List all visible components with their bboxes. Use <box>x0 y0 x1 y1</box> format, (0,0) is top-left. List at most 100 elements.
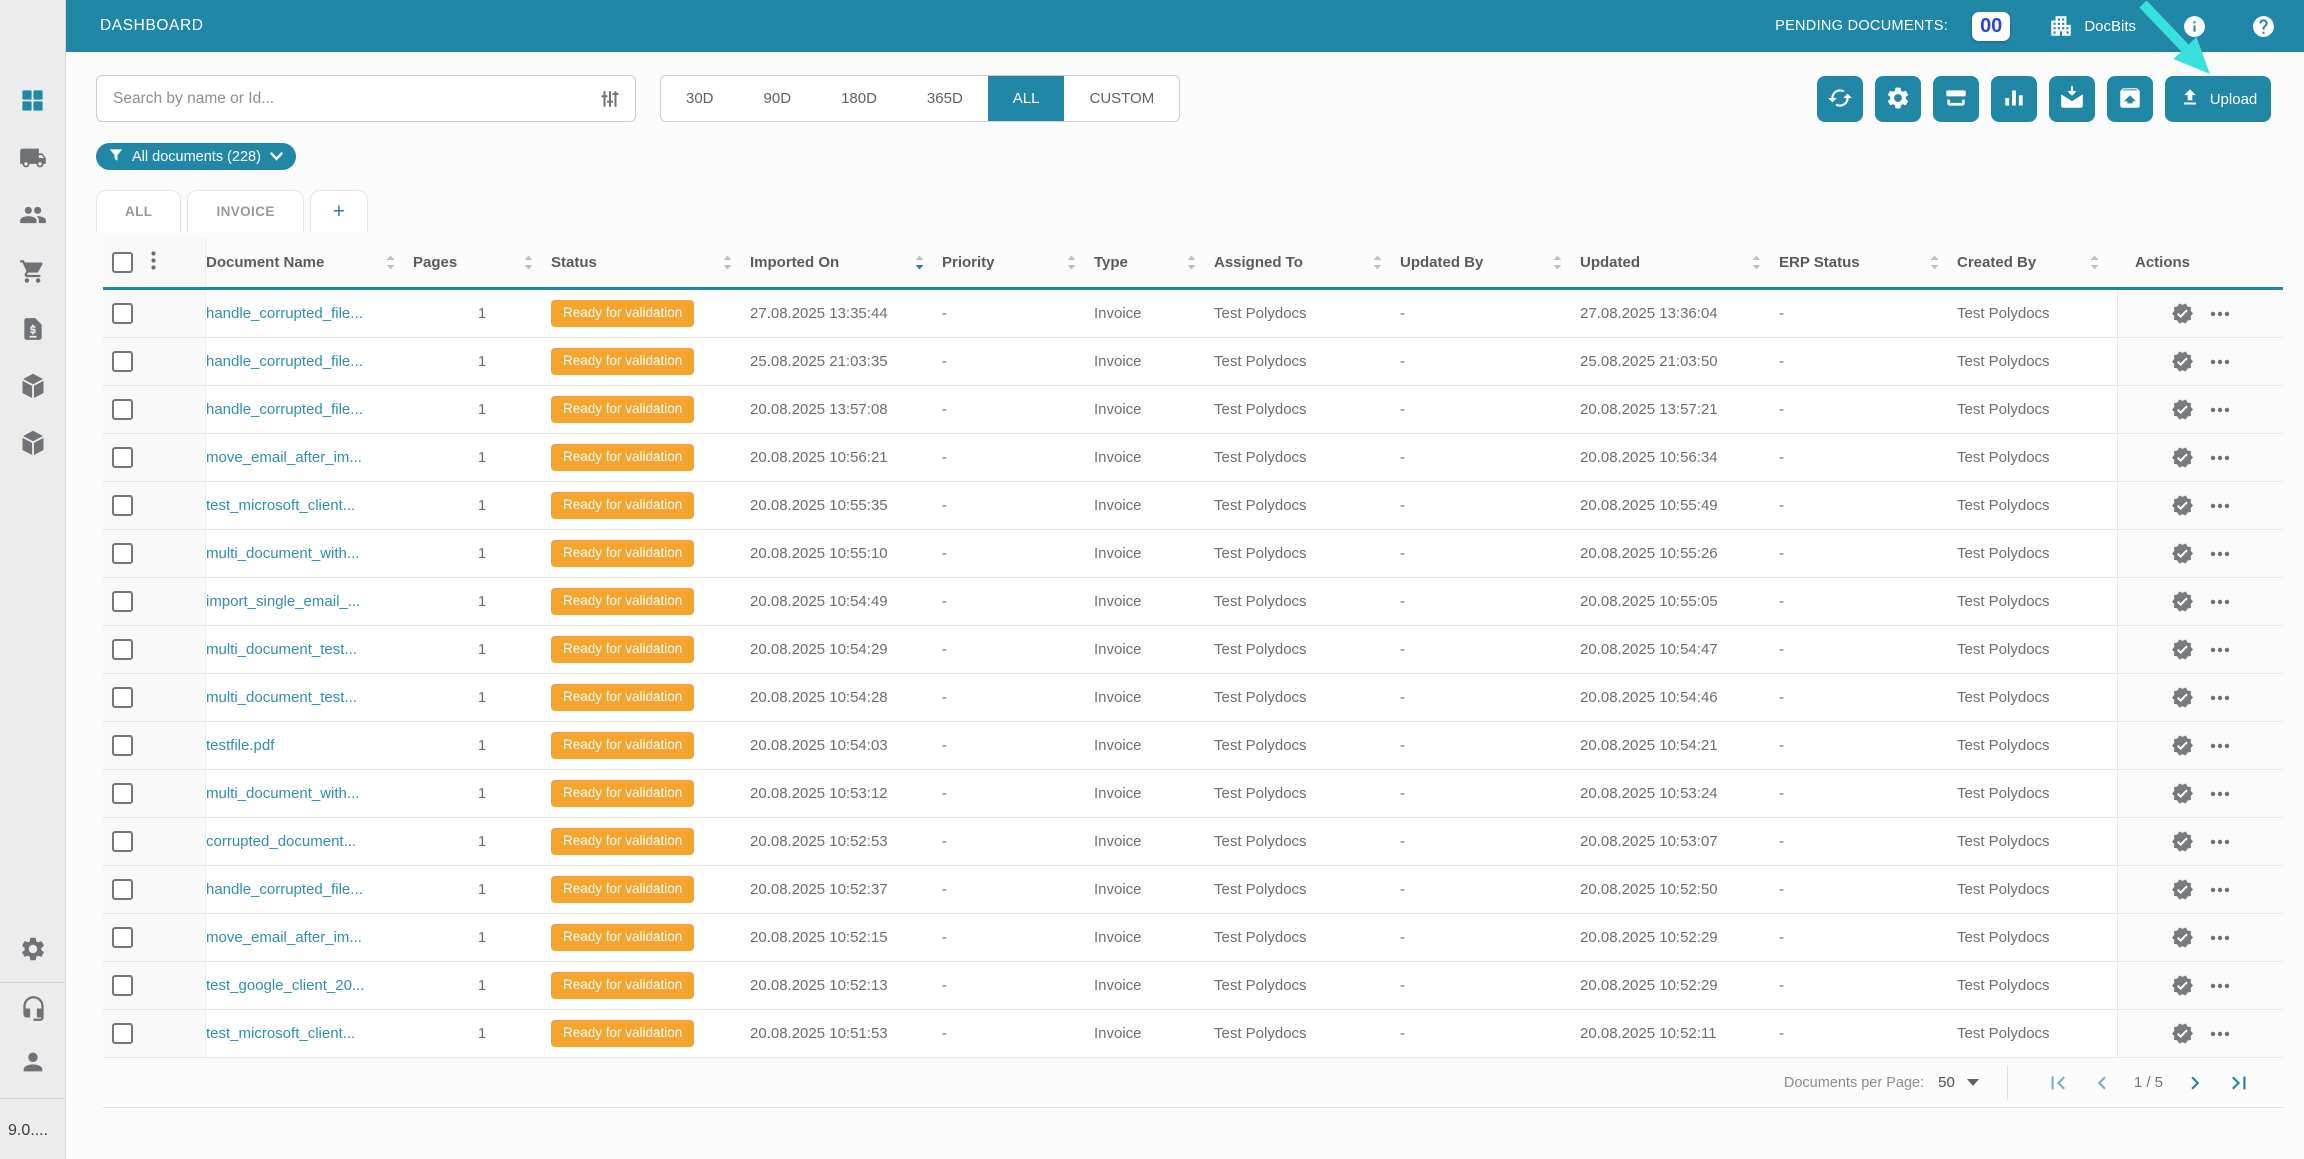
column-header-imported_on[interactable]: Imported On <box>750 238 942 287</box>
validated-badge-icon[interactable] <box>2171 350 2194 373</box>
row-checkbox[interactable] <box>112 831 133 852</box>
column-header-updated_by[interactable]: Updated By <box>1400 238 1580 287</box>
document-name-link[interactable]: multi_document_with... <box>206 545 359 562</box>
document-name-link[interactable]: import_single_email_... <box>206 593 360 610</box>
column-header-document_name[interactable]: Document Name <box>206 238 413 287</box>
prev-page-button[interactable] <box>2089 1070 2115 1096</box>
validated-badge-icon[interactable] <box>2171 638 2194 661</box>
validated-badge-icon[interactable] <box>2171 590 2194 613</box>
document-name-link[interactable]: handle_corrupted_file... <box>206 353 363 370</box>
validated-badge-icon[interactable] <box>2171 734 2194 757</box>
document-name-link[interactable]: test_google_client_20... <box>206 977 364 994</box>
validated-badge-icon[interactable] <box>2171 398 2194 421</box>
more-actions-icon[interactable] <box>2210 647 2230 653</box>
row-checkbox[interactable] <box>112 927 133 948</box>
search-input[interactable] <box>97 76 635 121</box>
date-range-180d[interactable]: 180D <box>816 76 902 121</box>
row-checkbox[interactable] <box>112 783 133 804</box>
refresh-button[interactable] <box>1817 76 1863 122</box>
sidebar-item-dashboard[interactable] <box>18 88 48 118</box>
sidebar-item-shipping[interactable] <box>18 145 48 175</box>
more-actions-icon[interactable] <box>2210 311 2230 317</box>
select-all-checkbox[interactable] <box>112 252 133 273</box>
date-range-custom[interactable]: CUSTOM <box>1064 76 1179 121</box>
row-checkbox[interactable] <box>112 351 133 372</box>
row-checkbox[interactable] <box>112 543 133 564</box>
validated-badge-icon[interactable] <box>2171 830 2194 853</box>
validated-badge-icon[interactable] <box>2171 686 2194 709</box>
sidebar-item-contacts[interactable] <box>18 202 48 232</box>
document-name-link[interactable]: test_microsoft_client... <box>206 1025 355 1042</box>
last-page-button[interactable] <box>2226 1070 2252 1096</box>
document-name-link[interactable]: multi_document_test... <box>206 641 357 658</box>
first-page-button[interactable] <box>2045 1070 2071 1096</box>
validated-badge-icon[interactable] <box>2171 302 2194 325</box>
document-name-link[interactable]: multi_document_with... <box>206 785 359 802</box>
document-name-link[interactable]: testfile.pdf <box>206 737 274 754</box>
filter-tune-icon[interactable] <box>599 88 621 115</box>
per-page-dropdown-icon[interactable] <box>1966 1079 1979 1086</box>
row-checkbox[interactable] <box>112 687 133 708</box>
sidebar-item-invoices[interactable] <box>18 316 48 346</box>
column-header-assigned_to[interactable]: Assigned To <box>1214 238 1400 287</box>
more-actions-icon[interactable] <box>2210 407 2230 413</box>
mail-import-button[interactable] <box>2049 76 2095 122</box>
row-checkbox[interactable] <box>112 879 133 900</box>
add-tab-button[interactable]: + <box>309 190 369 232</box>
validated-badge-icon[interactable] <box>2171 926 2194 949</box>
column-header-pages[interactable]: Pages <box>413 238 551 287</box>
date-range-30d[interactable]: 30D <box>661 76 739 121</box>
document-name-link[interactable]: move_email_after_im... <box>206 929 362 946</box>
date-range-all[interactable]: ALL <box>987 76 1065 121</box>
statistics-button[interactable] <box>1991 76 2037 122</box>
more-actions-icon[interactable] <box>2210 599 2230 605</box>
sidebar-item-support[interactable] <box>18 996 48 1026</box>
more-actions-icon[interactable] <box>2210 551 2230 557</box>
column-header-updated[interactable]: Updated <box>1580 238 1779 287</box>
upload-button[interactable]: Upload <box>2165 76 2271 122</box>
scanner-button[interactable] <box>1933 76 1979 122</box>
column-menu-kebab-icon[interactable] <box>151 251 156 274</box>
document-name-link[interactable]: move_email_after_im... <box>206 449 362 466</box>
sidebar-item-settings[interactable] <box>18 936 48 966</box>
row-checkbox[interactable] <box>112 591 133 612</box>
next-page-button[interactable] <box>2182 1070 2208 1096</box>
validated-badge-icon[interactable] <box>2171 878 2194 901</box>
more-actions-icon[interactable] <box>2210 359 2230 365</box>
document-name-link[interactable]: handle_corrupted_file... <box>206 401 363 418</box>
more-actions-icon[interactable] <box>2210 935 2230 941</box>
tab-all[interactable]: ALL <box>96 190 182 232</box>
validated-badge-icon[interactable] <box>2171 542 2194 565</box>
export-button[interactable] <box>2107 76 2153 122</box>
column-header-priority[interactable]: Priority <box>942 238 1094 287</box>
row-checkbox[interactable] <box>112 495 133 516</box>
more-actions-icon[interactable] <box>2210 503 2230 509</box>
row-checkbox[interactable] <box>112 1023 133 1044</box>
company-icon[interactable] <box>2048 13 2074 39</box>
settings-button[interactable] <box>1875 76 1921 122</box>
more-actions-icon[interactable] <box>2210 1031 2230 1037</box>
row-checkbox[interactable] <box>112 399 133 420</box>
row-checkbox[interactable] <box>112 639 133 660</box>
row-checkbox[interactable] <box>112 303 133 324</box>
more-actions-icon[interactable] <box>2210 743 2230 749</box>
row-checkbox[interactable] <box>112 975 133 996</box>
document-name-link[interactable]: handle_corrupted_file... <box>206 305 363 322</box>
validated-badge-icon[interactable] <box>2171 446 2194 469</box>
sidebar-item-packages[interactable] <box>18 373 48 403</box>
validated-badge-icon[interactable] <box>2171 782 2194 805</box>
more-actions-icon[interactable] <box>2210 791 2230 797</box>
more-actions-icon[interactable] <box>2210 455 2230 461</box>
more-actions-icon[interactable] <box>2210 695 2230 701</box>
column-header-created_by[interactable]: Created By <box>1957 238 2117 287</box>
more-actions-icon[interactable] <box>2210 839 2230 845</box>
date-range-365d[interactable]: 365D <box>902 76 988 121</box>
info-icon[interactable] <box>2182 14 2207 39</box>
document-name-link[interactable]: multi_document_test... <box>206 689 357 706</box>
column-header-erp_status[interactable]: ERP Status <box>1779 238 1957 287</box>
sidebar-item-purchase-orders[interactable] <box>18 259 48 289</box>
row-checkbox[interactable] <box>112 447 133 468</box>
more-actions-icon[interactable] <box>2210 887 2230 893</box>
help-icon[interactable] <box>2251 14 2276 39</box>
column-header-status[interactable]: Status <box>551 238 750 287</box>
